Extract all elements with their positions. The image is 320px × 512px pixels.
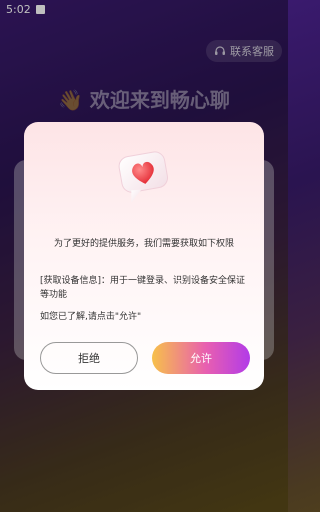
- reject-button[interactable]: 拒绝: [40, 342, 138, 374]
- heart-bubble-icon: [118, 151, 168, 203]
- permission-confirm-hint: 如您已了解,请点击"允许": [40, 312, 142, 322]
- reject-label: 拒绝: [78, 352, 100, 365]
- permission-detail: [获取设备信息]：用于一键登录、识别设备安全保证等功能: [40, 276, 246, 300]
- allow-label: 允许: [190, 352, 212, 365]
- permission-dialog: 为了更好的提供服务，我们需要获取如下权限 [获取设备信息]：用于一键登录、识别设…: [24, 122, 264, 390]
- allow-button[interactable]: 允许: [152, 342, 250, 374]
- permission-intro: 为了更好的提供服务，我们需要获取如下权限: [53, 239, 234, 249]
